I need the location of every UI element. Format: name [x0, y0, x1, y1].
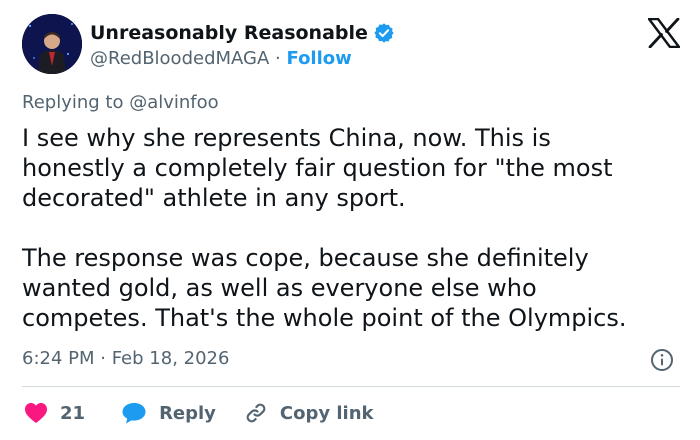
verified-badge-icon	[374, 23, 394, 43]
action-bar: 21 Reply Copy link	[24, 400, 374, 426]
reply-button[interactable]: Reply	[121, 401, 216, 425]
copy-link-label: Copy link	[279, 402, 374, 424]
divider	[22, 386, 680, 387]
copy-link-button[interactable]: Copy link	[244, 401, 374, 425]
avatar-image	[22, 14, 82, 74]
replying-prefix: Replying to	[22, 92, 130, 113]
tweet-text: I see why she represents China, now. Thi…	[22, 124, 627, 332]
replying-mention[interactable]: @alvinfoo	[129, 92, 218, 113]
like-count: 21	[60, 402, 86, 424]
follow-button[interactable]: Follow	[287, 48, 352, 69]
speech-bubble-icon	[122, 403, 146, 424]
like-button[interactable]: 21	[24, 402, 85, 424]
heart-icon	[25, 403, 47, 423]
x-logo-icon[interactable]	[648, 18, 680, 48]
display-name[interactable]: Unreasonably Reasonable	[90, 22, 368, 44]
handle-separator: ·	[275, 48, 281, 69]
info-icon[interactable]	[650, 348, 674, 372]
author-block: Unreasonably Reasonable @RedBloodedMAGA …	[90, 20, 395, 69]
tweet-timestamp[interactable]: 6:24 PM · Feb 18, 2026	[22, 348, 229, 369]
handle[interactable]: @RedBloodedMAGA	[90, 48, 269, 69]
handle-row: @RedBloodedMAGA · Follow	[90, 48, 395, 69]
reply-label: Reply	[159, 402, 216, 424]
avatar[interactable]	[22, 14, 82, 74]
link-icon	[246, 403, 266, 423]
name-row: Unreasonably Reasonable	[90, 20, 395, 46]
replying-to: Replying to @alvinfoo	[22, 92, 219, 113]
